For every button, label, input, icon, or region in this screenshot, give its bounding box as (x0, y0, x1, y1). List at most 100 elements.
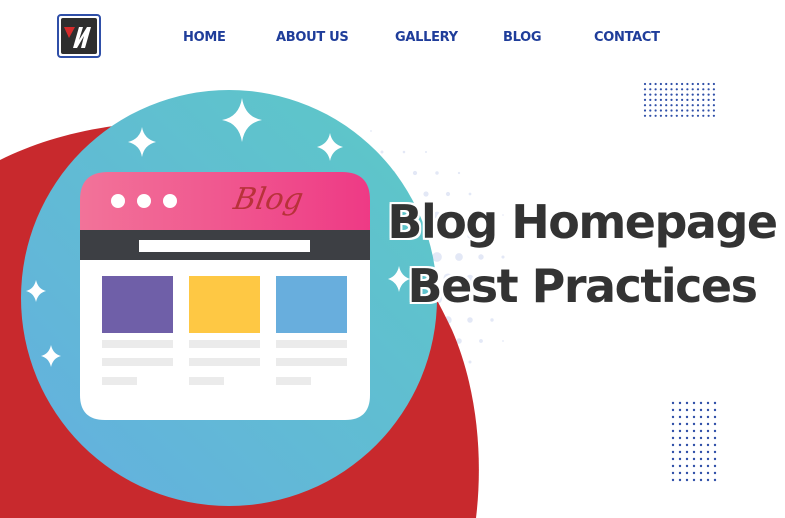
pattern-dot (691, 109, 694, 112)
pattern-dot (702, 82, 705, 86)
pattern-dot (665, 104, 668, 107)
pattern-dot (706, 415, 710, 419)
pattern-dot (699, 464, 703, 468)
pattern-dot (696, 114, 700, 117)
pattern-dot (659, 88, 663, 91)
pattern-dot (659, 98, 663, 101)
pattern-dot (685, 429, 689, 433)
pattern-dot (671, 436, 675, 440)
pattern-dot (671, 408, 675, 412)
pattern-dot (670, 82, 673, 86)
pattern-dot (699, 422, 703, 426)
pattern-dot (686, 88, 689, 91)
pattern-dot (696, 109, 700, 112)
pattern-dot (425, 151, 427, 153)
pattern-dot (649, 104, 652, 107)
pattern-dot (706, 443, 710, 447)
pattern-dot (707, 104, 710, 107)
pattern-dot (702, 88, 705, 91)
nav-item-home[interactable]: HOME (183, 30, 226, 45)
pattern-dot (685, 401, 689, 405)
pattern-dot (692, 408, 696, 412)
pattern-dot (699, 415, 703, 419)
hero-title: Blog Homepage Best Practices (372, 190, 785, 318)
pattern-dot (675, 109, 678, 112)
pattern-dot (713, 436, 717, 440)
pattern-dot (696, 104, 700, 107)
pattern-dot (665, 114, 668, 117)
pattern-dot (479, 339, 483, 343)
browser-window-illustration (80, 172, 370, 420)
pattern-dot (699, 401, 703, 405)
pattern-dot (678, 429, 682, 433)
pattern-dot (678, 457, 682, 461)
pattern-dot (713, 471, 717, 475)
pattern-dot (686, 82, 689, 86)
window-dot (111, 194, 125, 208)
pattern-dot (713, 478, 717, 482)
pattern-dot (692, 415, 696, 419)
pattern-dot (678, 436, 682, 440)
pattern-dot (706, 457, 710, 461)
pattern-dot (685, 415, 689, 419)
pattern-dot (654, 93, 657, 96)
pattern-dot (435, 171, 439, 175)
pattern-dot (685, 471, 689, 475)
pattern-dot (685, 422, 689, 426)
pattern-dot (457, 171, 461, 175)
pattern-dot (696, 93, 700, 96)
pattern-dot (691, 88, 694, 91)
pattern-dot (713, 408, 717, 412)
pattern-dot (702, 109, 705, 112)
pattern-dot (675, 104, 678, 107)
pattern-dot (699, 450, 703, 454)
window-dot (137, 194, 151, 208)
pattern-dot (678, 464, 682, 468)
pattern-dot (678, 443, 682, 447)
pattern-dot (691, 114, 694, 117)
nav-item-blog[interactable]: BLOG (503, 30, 542, 45)
nav-item-gallery[interactable]: GALLERY (395, 30, 458, 45)
main-nav: HOME ABOUT US GALLERY BLOG CONTACT (0, 30, 785, 50)
pattern-dot (681, 98, 684, 101)
hero-banner: Blog HOME ABOUT US GALLERY BLOG CONTACT … (0, 0, 785, 518)
pattern-dot (659, 104, 663, 107)
pattern-dot (707, 109, 710, 112)
pattern-dot (699, 471, 703, 475)
pattern-dot (659, 109, 663, 112)
pattern-dot (702, 104, 705, 107)
pattern-dot (659, 82, 663, 86)
pattern-dot (692, 464, 696, 468)
pattern-dot (712, 104, 716, 107)
pattern-dot (707, 114, 710, 117)
pattern-dot (671, 401, 675, 405)
pattern-dot (686, 114, 689, 117)
pattern-dot (467, 317, 473, 323)
pattern-dot (706, 422, 710, 426)
card-image-blue (276, 276, 347, 333)
pattern-dot (713, 464, 717, 468)
pattern-dot (685, 464, 689, 468)
pattern-dot (685, 450, 689, 454)
pattern-dot (692, 450, 696, 454)
window-dot (163, 194, 177, 208)
pattern-dot (678, 471, 682, 475)
pattern-dot (665, 98, 668, 101)
pattern-dot (659, 93, 663, 96)
pattern-dot (686, 104, 689, 107)
pattern-dot (402, 150, 406, 154)
card-image-purple (102, 276, 173, 333)
nav-item-contact[interactable]: CONTACT (594, 30, 660, 45)
pattern-dot (685, 478, 689, 482)
pattern-dot (670, 104, 673, 107)
pattern-dot (707, 82, 710, 86)
pattern-dot (685, 443, 689, 447)
pattern-dot (681, 82, 684, 86)
pattern-dot (649, 82, 652, 86)
nav-item-about-us[interactable]: ABOUT US (276, 30, 349, 45)
pattern-dot (692, 471, 696, 475)
pattern-dot (671, 464, 675, 468)
pattern-dot (696, 82, 700, 86)
pattern-dot (643, 88, 647, 91)
pattern-dot (713, 422, 717, 426)
